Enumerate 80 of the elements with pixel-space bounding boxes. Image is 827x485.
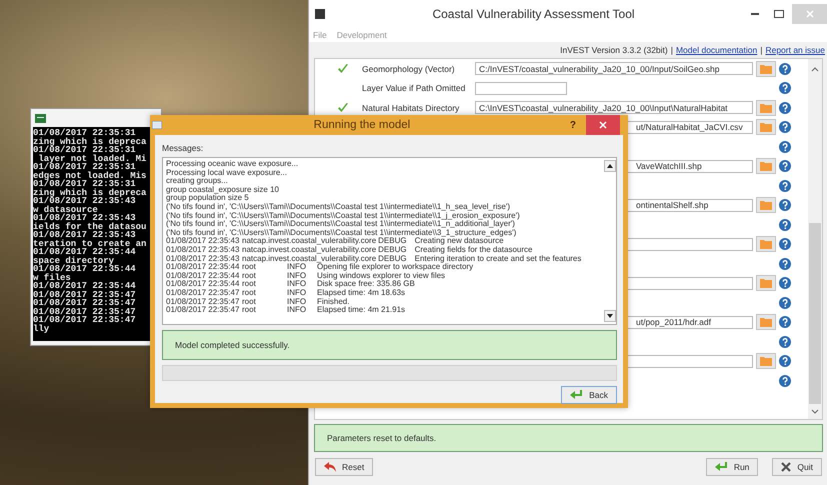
log-line: creating groups... bbox=[166, 177, 229, 186]
version-text: InVEST Version 3.3.2 (32bit) bbox=[560, 45, 668, 55]
console-line: 01/08/2017 22:35:47 bbox=[33, 290, 137, 299]
log-message: Elapsed time: 4m 21.91s bbox=[317, 306, 406, 315]
log-line: group coastal_exposure size 10 bbox=[166, 186, 280, 194]
log-level: DEBUG bbox=[378, 246, 407, 255]
console-line: 01/08/2017 22:35:43 bbox=[33, 214, 136, 222]
console-line: 01/08/2017 22:35:44 bbox=[33, 265, 137, 274]
log-source: root bbox=[242, 306, 257, 315]
log-time: 01/08/2017 22:35:43 bbox=[166, 246, 240, 255]
console-line: 01/08/2017 22:35:43 bbox=[33, 197, 136, 206]
status-message: Model completed successfully. bbox=[162, 330, 617, 360]
log-source: root bbox=[242, 298, 257, 306]
log-time: 01/08/2017 22:35:44 bbox=[166, 272, 240, 280]
log-source: root bbox=[242, 288, 257, 298]
console-line: 01/08/2017 22:35:31 bbox=[33, 146, 136, 154]
console-line: w files bbox=[33, 274, 71, 282]
console-line: zing which is depreca bbox=[33, 188, 148, 197]
status-message: Parameters reset to defaults. bbox=[314, 424, 823, 452]
log-message: Elapsed time: 4m 18.63s bbox=[317, 288, 406, 298]
log-time: 01/08/2017 22:35:43 bbox=[166, 254, 240, 263]
log-message: Entering iteration to create and set the features bbox=[414, 254, 582, 263]
log-time: 01/08/2017 22:35:47 bbox=[166, 306, 240, 315]
console-line: 01/08/2017 22:35:47 bbox=[33, 308, 137, 316]
log-level: INFO bbox=[287, 288, 308, 298]
console-line: layer not loaded. Mi bbox=[38, 154, 148, 163]
log-source: root bbox=[242, 280, 257, 289]
console-line: teration to create an bbox=[33, 240, 148, 248]
console-line: space directory bbox=[33, 256, 114, 265]
log-message: Creating new datasource bbox=[414, 237, 504, 246]
log-source: root bbox=[242, 272, 257, 280]
log-line: group population size 5 bbox=[166, 194, 249, 203]
log-message: Creating fields for the datasource bbox=[414, 246, 532, 255]
log-time: 01/08/2017 22:35:47 bbox=[166, 298, 240, 306]
console-line: 01/08/2017 22:35:31 bbox=[33, 129, 136, 138]
log-level: DEBUG bbox=[378, 254, 407, 263]
log-level: INFO bbox=[287, 272, 308, 280]
log-line: ('No tifs found in', 'C:\\Users\\Tami\\Documents\\Coastal test 1\\intermediate\\1_n_additional_layer') bbox=[166, 220, 515, 229]
log-message: Disk space free: 335.86 GB bbox=[317, 280, 415, 289]
log-source: natcap.invest.coastal_vulerability.core bbox=[242, 237, 376, 246]
dialog-title: Running the model bbox=[312, 119, 412, 131]
console-line: ields for the datasou bbox=[33, 222, 148, 231]
console-line: 01/08/2017 22:35:44 bbox=[33, 282, 137, 290]
log-level: INFO bbox=[287, 298, 308, 306]
log-line: ('No tifs found in', 'C:\\Users\\Tami\\Documents\\Coastal test 1\\intermediate\\1_j_erosion_exposure') bbox=[166, 212, 521, 220]
separator: | bbox=[670, 45, 673, 55]
log-source: natcap.invest.coastal_vulerability.core bbox=[242, 254, 376, 263]
log-level: DEBUG bbox=[378, 237, 407, 246]
log-line: Processing oceanic wave exposure... bbox=[166, 160, 300, 169]
log-message: Opening file explorer to workspace directory bbox=[317, 263, 474, 272]
console-line: zing which is depreca bbox=[33, 138, 148, 146]
log-message: Using windows explorer to view files bbox=[317, 272, 446, 280]
log-source: root bbox=[242, 263, 256, 272]
console-line: 01/08/2017 22:35:43 bbox=[33, 231, 136, 240]
console-line: lly bbox=[33, 324, 50, 333]
console-line: 01/08/2017 22:35:31 bbox=[33, 180, 136, 188]
log-message: Finished. bbox=[317, 298, 350, 306]
console-line: w datasource bbox=[33, 206, 98, 214]
log-level: INFO bbox=[287, 280, 308, 289]
console-line: 01/08/2017 22:35:47 bbox=[33, 316, 137, 324]
log-time: 01/08/2017 22:35:47 bbox=[166, 288, 240, 298]
parameter-label: Geomorphology (Vector) bbox=[361, 64, 456, 74]
console-line: edges not loaded. Mis bbox=[33, 172, 148, 180]
log-line: ('No tifs found in', 'C:\\Users\\Tami\\Documents\\Coastal test 1\\intermediate\\1_h_sea_level_rise') bbox=[166, 202, 512, 212]
log-level: INFO bbox=[287, 306, 308, 315]
log-time: 01/08/2017 22:35:44 bbox=[166, 263, 240, 272]
log-time: 01/08/2017 22:35:43 bbox=[166, 237, 240, 246]
separator: | bbox=[760, 45, 762, 55]
console-line: 01/08/2017 22:35:44 bbox=[33, 248, 136, 256]
log-time: 01/08/2017 22:35:44 bbox=[166, 280, 240, 289]
console-line: 01/08/2017 22:35:31 bbox=[33, 163, 136, 172]
window-title: Coastal Vulnerability Assessment Tool bbox=[431, 7, 636, 21]
log-level: INFO bbox=[287, 263, 306, 272]
parameter-label: Natural Habitats Directory bbox=[361, 102, 460, 113]
console-line: 01/08/2017 22:35:47 bbox=[33, 299, 137, 308]
log-line: ('No tifs found in', 'C:\\Users\\Tami\\Documents\\Coastal test 1\\intermediate\\3_1_structure_edges') bbox=[166, 228, 518, 237]
log-source: natcap.invest.coastal_vulerability.core bbox=[242, 246, 376, 255]
messages-label: Messages: bbox=[162, 143, 204, 153]
log-line: Processing local wave exposure... bbox=[166, 168, 287, 177]
parameter-label: Layer Value if Path Omitted bbox=[361, 83, 466, 94]
